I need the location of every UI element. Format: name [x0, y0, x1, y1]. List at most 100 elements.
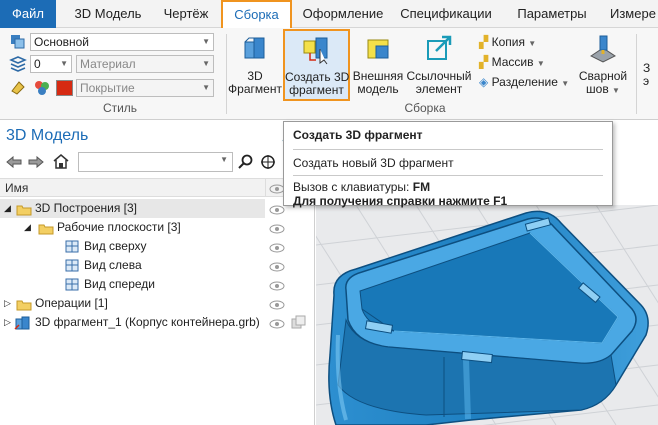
- link-element-button[interactable]: Ссылочный элемент: [405, 32, 473, 102]
- visibility-eye-icon[interactable]: [268, 280, 286, 294]
- chevron-down-icon: ▼: [612, 86, 620, 95]
- create-3d-fragment-button[interactable]: Создать 3D фрагмент: [283, 29, 350, 101]
- home-icon[interactable]: [52, 153, 70, 172]
- part-status-icon: [291, 315, 307, 332]
- tree-label: Рабочие плоскости [3]: [57, 220, 181, 234]
- tooltip-description: Создать новый 3D фрагмент: [293, 156, 454, 170]
- expand-icon[interactable]: ▷: [4, 294, 11, 313]
- link-element-label: Ссылочный элемент: [406, 69, 472, 96]
- menu-bar: Файл 3D Модель Чертёж Сборка Оформление …: [0, 0, 658, 29]
- tab-measure[interactable]: Измере: [610, 0, 658, 28]
- weld-icon: [576, 32, 630, 67]
- tab-design[interactable]: Оформление: [297, 0, 389, 28]
- style-select-value: Основной: [34, 35, 90, 49]
- coating-placeholder: Покрытие: [80, 81, 135, 95]
- tooltip-shortcut: Вызов с клавиатуры: FM: [293, 180, 603, 194]
- split-button[interactable]: ◈ Разделение ▼: [479, 73, 569, 91]
- tooltip-divider: [293, 175, 603, 176]
- tab-3d-model[interactable]: 3D Модель: [62, 0, 154, 28]
- expand-icon[interactable]: ▷: [4, 313, 11, 332]
- tree-search-input[interactable]: ▼: [78, 152, 233, 172]
- tree-row[interactable]: Вид слева: [0, 256, 265, 275]
- array-label: Массив: [491, 55, 534, 69]
- tree-label: Вид сверху: [84, 239, 147, 253]
- tab-file[interactable]: Файл: [0, 0, 56, 28]
- external-model-icon: [351, 32, 405, 67]
- copy-icon: ▞: [479, 35, 489, 49]
- tab-drawing[interactable]: Чертёж: [154, 0, 218, 28]
- tree-row[interactable]: ▷ 3D фрагмент_1 (Корпус контейнера.grb): [0, 313, 265, 332]
- color-palette-icon[interactable]: [33, 79, 51, 98]
- style-brush-icon: [9, 33, 27, 52]
- tree-row[interactable]: ▷ Операции [1]: [0, 294, 265, 313]
- chevron-down-icon: ▼: [561, 79, 570, 88]
- layer-select-value: 0: [34, 57, 41, 71]
- collapse-icon[interactable]: ◢: [4, 199, 11, 218]
- visibility-eye-icon[interactable]: [268, 242, 286, 256]
- style-select[interactable]: Основной ▼: [30, 33, 214, 51]
- tree-label: Вид слева: [84, 258, 142, 272]
- coating-select[interactable]: Покрытие ▼: [76, 79, 214, 97]
- tree-row[interactable]: Вид спереди: [0, 275, 265, 294]
- array-icon: ▞: [479, 55, 489, 69]
- copy-button[interactable]: ▞ Копия ▼: [479, 33, 536, 51]
- external-model-button[interactable]: Внешняя модель: [351, 32, 405, 102]
- shortcut-key: FM: [412, 180, 431, 194]
- collapse-icon[interactable]: ◢: [24, 218, 31, 237]
- paint-icon: [9, 79, 27, 98]
- tooltip-title: Создать 3D фрагмент: [293, 128, 423, 142]
- material-select[interactable]: Материал ▼: [76, 55, 214, 73]
- visibility-eye-icon[interactable]: [268, 318, 286, 332]
- visibility-eye-icon[interactable]: [268, 261, 286, 275]
- chevron-down-icon: ▼: [202, 59, 210, 68]
- fragment-3d-icon: [228, 32, 282, 67]
- next-command-partial[interactable]: З э: [643, 62, 657, 102]
- copy-label: Копия: [491, 35, 525, 49]
- create-fragment-label: Создать 3D фрагмент: [285, 70, 350, 97]
- chevron-down-icon: ▼: [202, 83, 210, 92]
- split-icon: ◈: [479, 75, 489, 89]
- tab-parameters[interactable]: Параметры: [503, 0, 601, 28]
- visibility-eye-icon[interactable]: [268, 223, 286, 237]
- layers-icon: [9, 56, 27, 75]
- tree-row[interactable]: ◢ Рабочие плоскости [3]: [0, 218, 265, 237]
- tree-label: Вид спереди: [84, 277, 156, 291]
- tree-row[interactable]: Вид сверху: [0, 237, 265, 256]
- tooltip: Создать 3D фрагмент Создать новый 3D фра…: [283, 121, 613, 208]
- chevron-down-icon: ▼: [202, 37, 210, 46]
- ribbon-separator: [636, 34, 637, 114]
- model-tree-panel: 3D Модель 📌 ▼ Имя ◢ 3D Построения [3] ◢ …: [0, 121, 315, 425]
- color-swatch[interactable]: [56, 80, 73, 96]
- tooltip-divider: [293, 149, 603, 150]
- back-arrow-icon[interactable]: [5, 155, 23, 172]
- 3d-viewport[interactable]: [316, 205, 658, 425]
- external-model-label: Внешняя модель: [352, 69, 404, 96]
- assembly-group-label: Сборка: [404, 101, 446, 115]
- fragment-3d-button[interactable]: 3D Фрагмент: [228, 32, 282, 102]
- create-fragment-icon: [285, 33, 348, 68]
- visibility-eye-icon[interactable]: [268, 204, 286, 218]
- fragment-3d-label: 3D Фрагмент: [228, 69, 282, 96]
- split-label: Разделение: [491, 75, 558, 89]
- panel-title: 3D Модель: [6, 127, 89, 144]
- chevron-down-icon: ▼: [528, 39, 537, 48]
- shortcut-label: Вызов с клавиатуры:: [293, 180, 410, 194]
- tab-assembly[interactable]: Сборка: [221, 0, 292, 29]
- tab-specifications[interactable]: Спецификации: [389, 0, 503, 28]
- material-placeholder: Материал: [80, 57, 136, 71]
- tree-label: 3D Построения [3]: [35, 201, 137, 215]
- forward-arrow-icon[interactable]: [27, 155, 45, 172]
- ribbon: Основной ▼ 0 ▼ Материал ▼ Покрытие ▼ Стиль 3…: [0, 28, 658, 120]
- tree-row[interactable]: ◢ 3D Построения [3]: [0, 199, 265, 218]
- visibility-eye-icon[interactable]: [268, 299, 286, 313]
- array-button[interactable]: ▞ Массив ▼: [479, 53, 545, 71]
- style-group-label: Стиль: [102, 101, 138, 115]
- layer-select[interactable]: 0 ▼: [30, 55, 72, 73]
- ribbon-separator: [226, 34, 227, 114]
- search-icon[interactable]: [237, 154, 255, 173]
- weld-seam-button[interactable]: Сварной шов ▼: [576, 32, 630, 102]
- chevron-down-icon: ▼: [536, 59, 545, 68]
- tree-label: 3D фрагмент_1 (Корпус контейнера.grb): [35, 315, 260, 329]
- target-icon[interactable]: [259, 154, 277, 173]
- chevron-down-icon: ▼: [60, 59, 68, 68]
